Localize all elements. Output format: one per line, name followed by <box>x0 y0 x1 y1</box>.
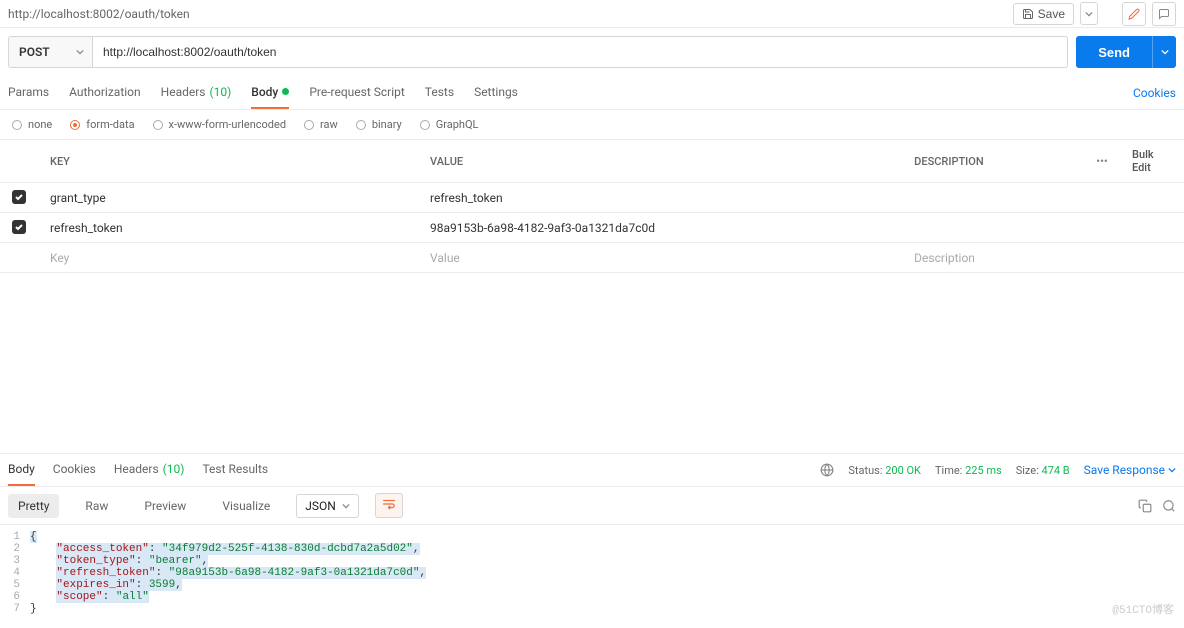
row-key[interactable]: refresh_token <box>38 213 418 243</box>
col-options[interactable]: ••• <box>1084 140 1120 183</box>
body-type-row: none form-data x-www-form-urlencoded raw… <box>0 110 1184 140</box>
watermark: @51CTO博客 <box>1112 601 1174 617</box>
row-desc[interactable] <box>902 213 1084 243</box>
radio-graphql[interactable]: GraphQL <box>420 118 479 131</box>
row-key-placeholder[interactable]: Key <box>38 243 418 273</box>
row-checkbox[interactable] <box>12 190 26 204</box>
form-data-table: KEY VALUE DESCRIPTION ••• Bulk Edit gran… <box>0 140 1184 273</box>
save-icon <box>1022 8 1034 20</box>
comment-button[interactable] <box>1152 2 1176 26</box>
radio-form-data[interactable]: form-data <box>70 118 134 131</box>
row-value[interactable]: refresh_token <box>418 183 902 213</box>
request-row: POST Send <box>0 28 1184 76</box>
view-preview[interactable]: Preview <box>134 494 196 518</box>
chevron-down-icon <box>342 502 350 510</box>
row-checkbox[interactable] <box>12 220 26 234</box>
chevron-down-icon <box>1161 48 1169 56</box>
bulk-edit[interactable]: Bulk Edit <box>1120 140 1184 183</box>
radio-icon <box>420 120 430 130</box>
row-desc[interactable] <box>902 183 1084 213</box>
search-icon[interactable] <box>1162 499 1176 513</box>
tab-headers-label: Headers <box>161 85 206 99</box>
tab-tests[interactable]: Tests <box>425 77 454 109</box>
method-select[interactable]: POST <box>8 36 92 68</box>
radio-x-www[interactable]: x-www-form-urlencoded <box>153 118 287 131</box>
unsaved-dot-icon <box>282 88 289 95</box>
size-label: Size: 474 B <box>1016 464 1070 477</box>
col-value: VALUE <box>418 140 902 183</box>
method-value: POST <box>19 45 50 59</box>
resp-tab-cookies[interactable]: Cookies <box>53 454 96 486</box>
globe-icon[interactable] <box>820 463 834 477</box>
tab-body[interactable]: Body <box>251 77 289 109</box>
row-value[interactable]: 98a9153b-6a98-4182-9af3-0a1321da7c0d <box>418 213 902 243</box>
tab-authorization[interactable]: Authorization <box>69 77 141 109</box>
tab-body-label: Body <box>251 85 278 99</box>
table-row: refresh_token 98a9153b-6a98-4182-9af3-0a… <box>0 213 1184 243</box>
save-response[interactable]: Save Response <box>1084 463 1176 477</box>
url-input[interactable] <box>92 36 1068 68</box>
status-label: Status: 200 OK <box>848 464 921 477</box>
resp-tab-tests[interactable]: Test Results <box>202 454 268 486</box>
tab-settings[interactable]: Settings <box>474 77 518 109</box>
wrap-lines-button[interactable] <box>375 493 403 518</box>
chevron-down-icon <box>1168 466 1176 474</box>
send-button[interactable]: Send <box>1076 36 1152 68</box>
tab-headers-count: (10) <box>210 85 232 99</box>
copy-icon[interactable] <box>1138 499 1152 513</box>
save-dropdown[interactable] <box>1080 2 1098 25</box>
response-view-row: Pretty Raw Preview Visualize JSON <box>0 487 1184 525</box>
row-value-placeholder[interactable]: Value <box>418 243 902 273</box>
tab-prerequest[interactable]: Pre-request Script <box>309 77 404 109</box>
col-key: KEY <box>38 140 418 183</box>
pencil-icon <box>1128 8 1140 20</box>
tab-params[interactable]: Params <box>8 77 49 109</box>
wrap-icon <box>382 498 396 510</box>
radio-icon <box>304 120 314 130</box>
radio-icon <box>356 120 366 130</box>
resp-tab-body[interactable]: Body <box>8 454 35 486</box>
chevron-down-icon <box>76 48 84 56</box>
request-title: http://localhost:8002/oauth/token <box>8 7 1013 21</box>
edit-button[interactable] <box>1122 2 1146 26</box>
response-tabs: Body Cookies Headers (10) Test Results S… <box>0 453 1184 487</box>
radio-checked-icon <box>70 120 80 130</box>
view-visualize[interactable]: Visualize <box>212 494 280 518</box>
table-row-new: Key Value Description <box>0 243 1184 273</box>
row-key[interactable]: grant_type <box>38 183 418 213</box>
time-label: Time: 225 ms <box>935 464 1002 477</box>
chevron-down-icon <box>1085 10 1093 18</box>
radio-none[interactable]: none <box>12 118 52 131</box>
col-description: DESCRIPTION <box>902 140 1084 183</box>
response-body[interactable]: 1{ 2 "access_token": "34f979d2-525f-4138… <box>0 525 1184 621</box>
send-dropdown[interactable] <box>1152 36 1176 68</box>
format-select[interactable]: JSON <box>296 494 359 518</box>
resp-tab-headers[interactable]: Headers (10) <box>114 454 185 486</box>
radio-raw[interactable]: raw <box>304 118 338 131</box>
radio-icon <box>12 120 22 130</box>
table-row: grant_type refresh_token <box>0 183 1184 213</box>
radio-icon <box>153 120 163 130</box>
radio-binary[interactable]: binary <box>356 118 402 131</box>
row-desc-placeholder[interactable]: Description <box>902 243 1084 273</box>
save-button[interactable]: Save <box>1013 3 1074 25</box>
save-label: Save <box>1038 7 1065 21</box>
topbar: http://localhost:8002/oauth/token Save <box>0 0 1184 28</box>
request-tabs: Params Authorization Headers (10) Body P… <box>0 76 1184 110</box>
comment-icon <box>1158 8 1170 20</box>
tab-headers[interactable]: Headers (10) <box>161 77 232 109</box>
view-raw[interactable]: Raw <box>75 494 118 518</box>
view-pretty[interactable]: Pretty <box>8 494 59 518</box>
cookies-link[interactable]: Cookies <box>1133 86 1176 100</box>
